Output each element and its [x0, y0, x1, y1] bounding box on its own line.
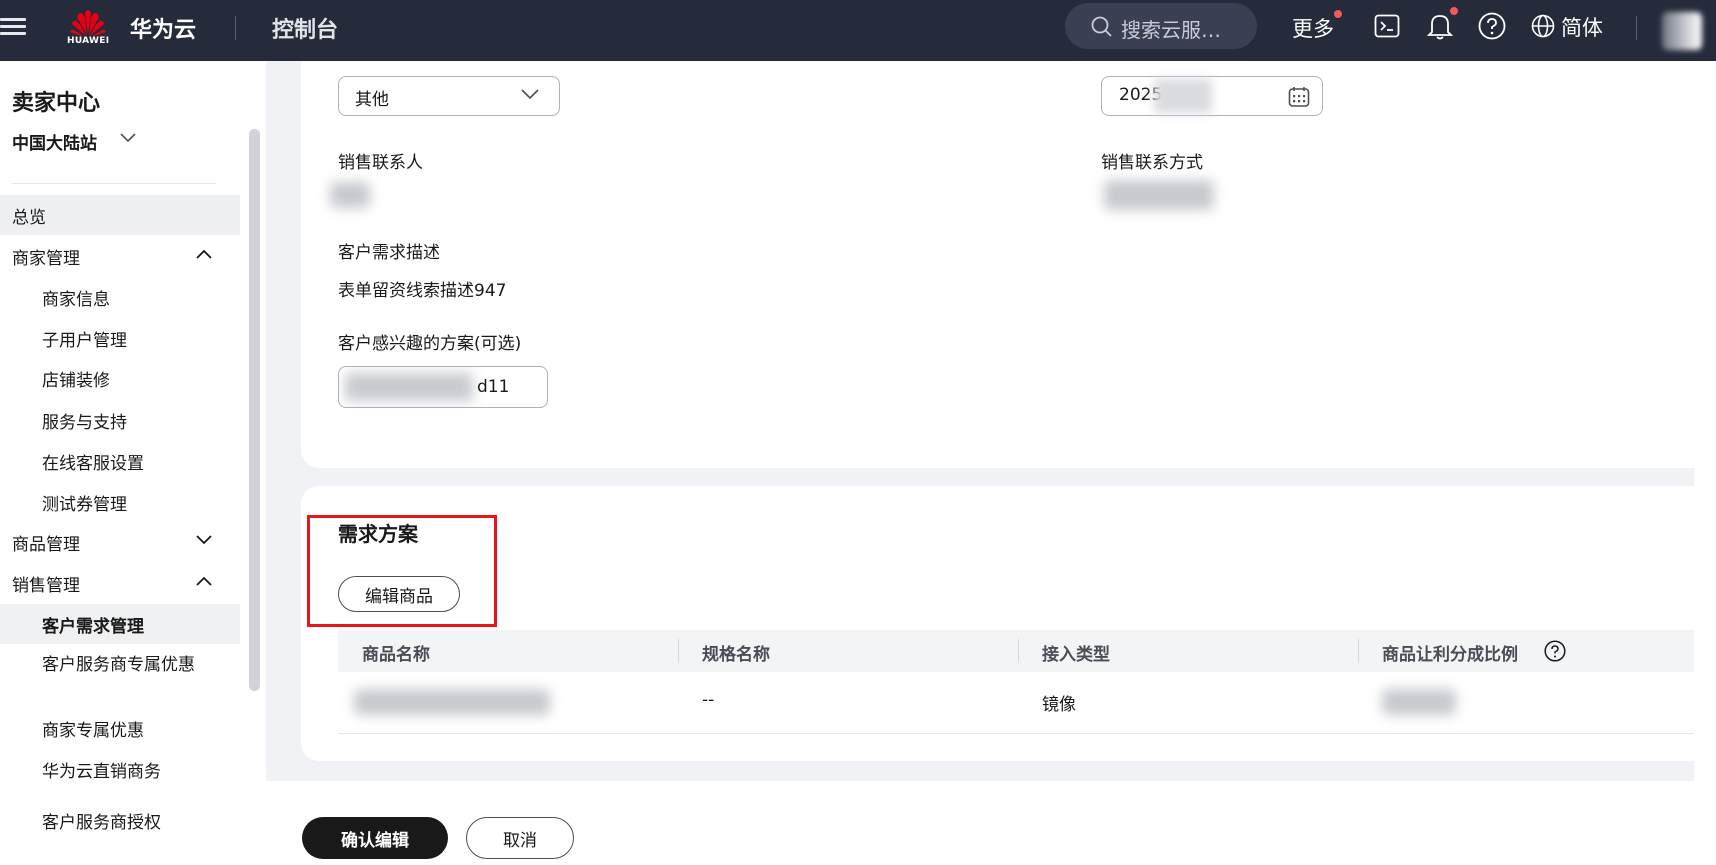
cancel-button[interactable]: 取消 [466, 817, 574, 859]
region-selector[interactable]: 中国大陆站 [12, 129, 136, 154]
sidebar-scrollbar[interactable] [249, 129, 260, 691]
sidebar-item-customer-demand[interactable]: 客户需求管理 [0, 604, 240, 644]
sidebar-item-merchant-management[interactable]: 商家管理 [0, 236, 240, 276]
chevron-down-icon [120, 133, 136, 143]
sidebar-item-direct-sales[interactable]: 华为云直销商务 [0, 749, 240, 789]
sidebar-item-label: 总览 [12, 208, 46, 228]
column-divider [1358, 639, 1359, 663]
sidebar-item-label: 测试券管理 [42, 495, 127, 515]
sidebar-item-service-support[interactable]: 服务与支持 [0, 400, 240, 440]
terminal-icon[interactable] [1374, 14, 1400, 38]
column-header-revenue-share[interactable]: 商品让利分成比例 [1382, 640, 1518, 665]
chevron-down-icon [196, 535, 212, 545]
solution-interest-value: d11 [477, 377, 510, 397]
table-row: -- 镜像 [338, 672, 1694, 734]
category-select-value: 其他 [355, 90, 389, 110]
top-navigation-bar: HUAWEI 华为云 控制台 搜索云服… 更多 简体 [0, 0, 1716, 61]
notification-dot [1450, 7, 1458, 15]
column-header-spec-name[interactable]: 规格名称 [702, 640, 770, 665]
sidebar-item-label: 客户服务商专属优惠 [42, 655, 195, 675]
menu-icon[interactable] [0, 14, 28, 42]
sidebar-item-label: 销售管理 [12, 576, 80, 596]
sidebar-item-sub-users[interactable]: 子用户管理 [0, 318, 240, 358]
sidebar-item-label: 商家管理 [12, 249, 80, 269]
sidebar-item-label: 子用户管理 [42, 331, 127, 351]
sales-phone-label: 销售联系方式 [1101, 153, 1203, 173]
solution-interest-input[interactable]: d11 [338, 366, 548, 408]
redacted-value [345, 373, 473, 401]
date-picker-input[interactable]: 2025 [1101, 76, 1323, 116]
chevron-down-icon [521, 89, 539, 100]
sidebar-item-test-coupons[interactable]: 测试券管理 [0, 482, 240, 522]
sidebar-item-online-cs-settings[interactable]: 在线客服设置 [0, 441, 240, 481]
help-icon[interactable] [1544, 640, 1566, 662]
sidebar: 卖家中心 中国大陆站 总览 商家管理 商家信息 子用户管理 店铺装修 服务与支持… [0, 61, 266, 865]
sidebar-item-label: 客户服务商授权 [42, 813, 161, 830]
sidebar-item-product-management[interactable]: 商品管理 [0, 522, 240, 562]
sidebar-title: 卖家中心 [12, 91, 101, 116]
search-box[interactable]: 搜索云服… [1065, 3, 1257, 49]
sidebar-item-label: 商品管理 [12, 535, 80, 555]
logo-text: HUAWEI [67, 36, 110, 46]
highlight-box [307, 515, 497, 627]
sidebar-item-label: 在线客服设置 [42, 454, 144, 474]
bell-icon[interactable] [1427, 12, 1453, 40]
sidebar-item-label: 服务与支持 [42, 413, 127, 433]
chevron-up-icon [196, 576, 212, 586]
language-label: 简体 [1561, 16, 1603, 40]
sidebar-item-partner-exclusive-discount[interactable]: 客户服务商专属优惠 [0, 645, 240, 705]
sidebar-item-label: 商家专属优惠 [42, 721, 144, 741]
column-divider [1018, 639, 1019, 663]
divider [1636, 16, 1637, 40]
solution-interest-label: 客户感兴趣的方案(可选) [338, 334, 522, 354]
sales-contact-label: 销售联系人 [338, 153, 423, 173]
sidebar-item-sales-management[interactable]: 销售管理 [0, 563, 240, 603]
redacted-sales-phone [1104, 180, 1214, 210]
sidebar-item-merchant-info[interactable]: 商家信息 [0, 277, 240, 317]
user-avatar-redacted[interactable] [1662, 12, 1702, 50]
sidebar-item-label: 商家信息 [42, 290, 110, 310]
region-label: 中国大陆站 [12, 134, 97, 154]
notification-dot [1334, 10, 1342, 18]
column-header-access-type[interactable]: 接入类型 [1042, 640, 1110, 665]
redacted-value [1154, 79, 1212, 113]
sidebar-item-label: 客户需求管理 [42, 617, 144, 637]
help-icon[interactable] [1478, 12, 1506, 40]
search-icon [1091, 16, 1112, 37]
redacted-revenue-share [1382, 689, 1456, 715]
divider [235, 16, 236, 40]
divider [12, 183, 216, 184]
sidebar-item-merchant-exclusive-discount[interactable]: 商家专属优惠 [0, 708, 240, 748]
console-link[interactable]: 控制台 [272, 12, 338, 44]
main-content [266, 61, 1716, 865]
confirm-edit-button[interactable]: 确认编辑 [302, 817, 448, 859]
sidebar-item-store-decoration[interactable]: 店铺装修 [0, 358, 240, 398]
globe-icon [1531, 14, 1555, 38]
sidebar-item-label: 华为云直销商务 [42, 762, 161, 782]
column-header-product-name[interactable]: 商品名称 [362, 640, 430, 665]
more-menu[interactable]: 更多 [1292, 13, 1334, 43]
search-placeholder: 搜索云服… [1121, 18, 1221, 42]
spec-name-cell: -- [702, 690, 715, 710]
calendar-icon[interactable] [1288, 86, 1310, 108]
requirement-label: 客户需求描述 [338, 243, 440, 263]
redacted-sales-contact [330, 182, 370, 208]
column-divider [678, 639, 679, 663]
access-type-cell: 镜像 [1042, 695, 1076, 715]
category-select[interactable]: 其他 [338, 76, 560, 116]
sidebar-item-overview[interactable]: 总览 [0, 195, 240, 235]
sidebar-item-label: 店铺装修 [42, 371, 110, 391]
chevron-up-icon [196, 249, 212, 259]
requirement-value: 表单留资线索描述947 [338, 281, 507, 301]
page-right-edge [1694, 61, 1716, 865]
table-header: 商品名称 规格名称 接入类型 商品让利分成比例 [338, 630, 1694, 672]
brand-name[interactable]: 华为云 [130, 12, 196, 44]
sidebar-item-partner-authorization[interactable]: 客户服务商授权 [0, 790, 240, 830]
redacted-product-name [354, 689, 550, 715]
